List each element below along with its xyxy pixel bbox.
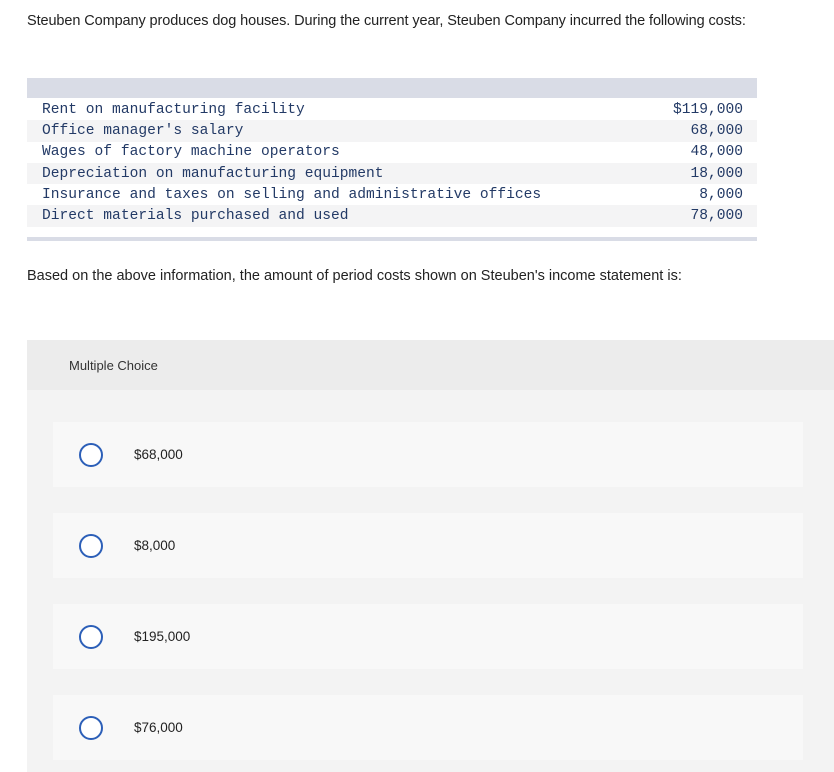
cost-amount: 68,000 (690, 122, 743, 139)
table-row: Depreciation on manufacturing equipment … (27, 162, 757, 185)
radio-button-icon[interactable] (79, 715, 103, 740)
choice-option-1[interactable]: $68,000 (53, 422, 803, 487)
radio-button-icon[interactable] (79, 533, 103, 558)
multiple-choice-header: Multiple Choice (27, 340, 834, 390)
cost-amount: 18,000 (690, 165, 743, 182)
cost-label: Depreciation on manufacturing equipment (42, 165, 384, 182)
table-rows: Rent on manufacturing facility $119,000 … (27, 98, 757, 227)
question-intro: Steuben Company produces dog houses. Dur… (27, 13, 746, 29)
radio-button-icon[interactable] (79, 624, 103, 649)
radio-button-icon[interactable] (79, 442, 103, 467)
choice-label: $76,000 (134, 720, 183, 735)
cost-table: Rent on manufacturing facility $119,000 … (27, 78, 757, 241)
cost-amount: 48,000 (690, 144, 743, 161)
choice-option-2[interactable]: $8,000 (53, 513, 803, 578)
cost-label: Office manager's salary (42, 122, 244, 139)
table-row: Insurance and taxes on selling and admin… (27, 184, 757, 206)
question-prompt: Based on the above information, the amou… (27, 268, 682, 284)
choice-option-4[interactable]: $76,000 (53, 695, 803, 760)
table-row: Direct materials purchased and used 78,0… (27, 205, 757, 227)
cost-label: Rent on manufacturing facility (42, 101, 305, 118)
cost-label: Wages of factory machine operators (42, 144, 340, 161)
cost-amount: 78,000 (690, 208, 743, 225)
table-header-bar (27, 78, 757, 98)
cost-amount: $119,000 (672, 101, 743, 118)
choice-label: $8,000 (134, 538, 176, 553)
choice-label: $68,000 (134, 447, 183, 462)
table-footer-bar (27, 236, 757, 241)
multiple-choice-panel: Multiple Choice $68,000 $8,000 $195,000 … (27, 340, 834, 772)
cost-label: Insurance and taxes on selling and admin… (42, 186, 542, 203)
table-row: Office manager's salary 68,000 (27, 120, 757, 142)
choice-label: $195,000 (134, 629, 191, 644)
table-row: Wages of factory machine operators 48,00… (27, 141, 757, 163)
choice-option-3[interactable]: $195,000 (53, 604, 803, 669)
table-row: Rent on manufacturing facility $119,000 (27, 99, 757, 121)
cost-amount: 8,000 (699, 186, 743, 203)
cost-label: Direct materials purchased and used (42, 208, 349, 225)
